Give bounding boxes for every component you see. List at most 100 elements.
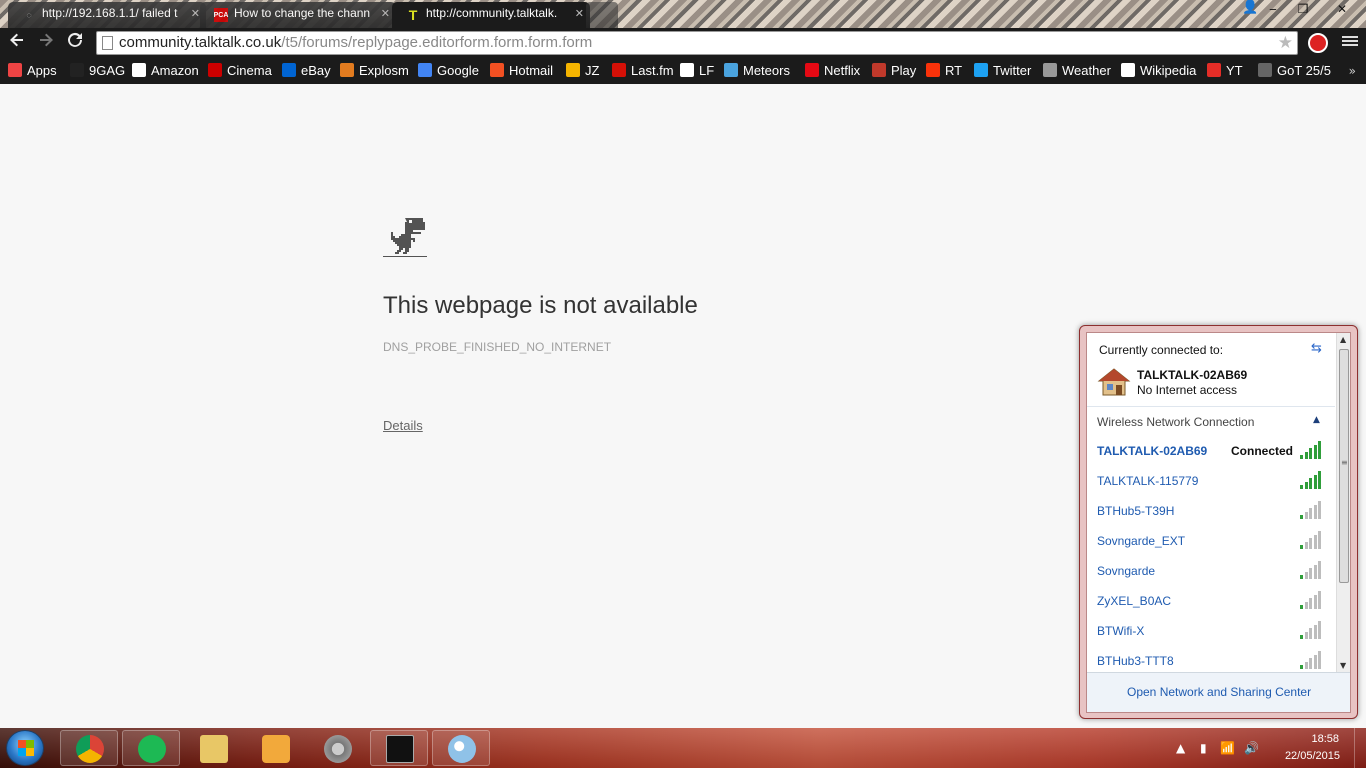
- bookmark-got-25-5[interactable]: GoT 25/5: [1258, 62, 1331, 80]
- network-row[interactable]: TALKTALK-02AB69 Connected: [1087, 437, 1335, 467]
- bookmark-rt[interactable]: RT: [926, 62, 962, 80]
- taskbar-spotify[interactable]: [122, 730, 180, 766]
- bookmark-label: Twitter: [993, 63, 1032, 78]
- bookmark-explosm[interactable]: Explosm: [340, 62, 409, 80]
- play-icon: [872, 63, 886, 77]
- show-hidden-icons-icon[interactable]: ▲: [1176, 741, 1185, 755]
- signal-bar: [1318, 621, 1321, 639]
- battery-icon[interactable]: ▮: [1200, 741, 1207, 755]
- network-status: Connected: [1231, 444, 1294, 458]
- bookmark-label: eBay: [301, 63, 331, 78]
- bookmark-play[interactable]: Play: [872, 62, 916, 80]
- clock-time[interactable]: 18:58: [1311, 733, 1339, 745]
- wifi-signal-icon: [1300, 531, 1322, 549]
- signal-bar: [1318, 531, 1321, 549]
- network-row[interactable]: Sovngarde_EXT: [1087, 527, 1335, 557]
- close-tab-icon[interactable]: ✕: [191, 7, 200, 20]
- network-flyout-panel: Currently connected to: ⇆ TALKTALK-02AB6…: [1086, 332, 1351, 713]
- signal-bar: [1304, 601, 1308, 609]
- taskbar-explorer[interactable]: [184, 730, 242, 766]
- new-tab-button[interactable]: [586, 2, 618, 28]
- signal-bar: [1313, 444, 1317, 459]
- taskbar-cmd[interactable]: [370, 730, 428, 766]
- bookmark-last-fm[interactable]: Last.fm: [612, 62, 674, 80]
- signal-bar: [1313, 654, 1317, 669]
- volume-icon[interactable]: 🔊: [1244, 741, 1259, 755]
- network-name: Sovngarde_EXT: [1097, 534, 1186, 548]
- signal-bar: [1318, 591, 1321, 609]
- bookmark-hotmail[interactable]: Hotmail: [490, 62, 553, 80]
- close-tab-icon[interactable]: ✕: [381, 7, 390, 20]
- bookmark-label: Netflix: [824, 63, 861, 78]
- profile-icon[interactable]: 👤: [1242, 0, 1258, 18]
- bookmark-weather[interactable]: Weather: [1043, 62, 1111, 80]
- tab-router-failed[interactable]: ◌ http://192.168.1.1/ failed t ✕: [8, 2, 206, 28]
- bookmark-cinema[interactable]: Cinema: [208, 62, 272, 80]
- bookmark-label: Wikipedia: [1140, 63, 1197, 78]
- scroll-up-icon[interactable]: ▲: [1340, 335, 1346, 344]
- back-button[interactable]: [5, 32, 29, 54]
- 9gag-icon: [70, 63, 84, 77]
- start-button[interactable]: [6, 730, 44, 766]
- restore-button[interactable]: ❐: [1288, 0, 1318, 20]
- bookmark-ebay[interactable]: eBay: [282, 62, 331, 80]
- bookmark-wikipedia[interactable]: Wikipedia: [1121, 62, 1196, 80]
- taskbar-chrome[interactable]: [60, 730, 118, 766]
- minimize-button[interactable]: ‒: [1258, 0, 1288, 20]
- signal-bar: [1309, 658, 1312, 669]
- forward-button[interactable]: [34, 32, 58, 54]
- bookmark-label: Last.fm: [631, 63, 674, 78]
- bookmark-9gag[interactable]: 9GAG: [70, 62, 125, 80]
- got-icon: [1258, 63, 1272, 77]
- close-window-button[interactable]: ✕: [1318, 0, 1366, 20]
- signal-bar: [1318, 561, 1321, 579]
- system-tray: ▲ ▮ 📶 🔊 18:58 22/05/2015: [1166, 728, 1366, 768]
- network-signal-icon[interactable]: 📶: [1220, 741, 1235, 755]
- signal-bar: [1318, 441, 1321, 459]
- scrollbar[interactable]: ▲ ▼: [1336, 333, 1350, 672]
- network-row[interactable]: BTWifi-X: [1087, 617, 1335, 647]
- error-title: This webpage is not available: [383, 292, 698, 319]
- refresh-icon[interactable]: ⇆: [1311, 341, 1322, 356]
- tab-talktalk[interactable]: T http://community.talktalk. ✕: [392, 2, 590, 28]
- chevron-up-icon[interactable]: ▲: [1313, 415, 1320, 425]
- media-player-icon: [262, 735, 290, 763]
- flyout-footer: Open Network and Sharing Center: [1087, 672, 1350, 712]
- bookmark-twitter[interactable]: Twitter: [974, 62, 1031, 80]
- taskbar-media-player[interactable]: [246, 730, 304, 766]
- ebay-icon: [282, 63, 296, 77]
- bookmark-lf[interactable]: LF: [680, 62, 714, 80]
- close-tab-icon[interactable]: ✕: [575, 7, 584, 20]
- network-row[interactable]: Sovngarde: [1087, 557, 1335, 587]
- extension-icon[interactable]: [1308, 33, 1328, 53]
- scroll-down-icon[interactable]: ▼: [1340, 661, 1346, 670]
- taskbar-settings[interactable]: [308, 730, 366, 766]
- network-row[interactable]: TALKTALK-115779: [1087, 467, 1335, 497]
- bookmark-apps[interactable]: Apps: [8, 62, 57, 80]
- current-network-status: No Internet access: [1137, 383, 1238, 397]
- bookmark-netflix[interactable]: Netflix: [805, 62, 860, 80]
- wifi-signal-icon: [1300, 561, 1322, 579]
- wifi-signal-icon: [1300, 621, 1322, 639]
- network-row[interactable]: BTHub5-T39H: [1087, 497, 1335, 527]
- details-link[interactable]: Details: [383, 418, 423, 433]
- bookmark-star-icon[interactable]: ★: [1278, 32, 1293, 54]
- bookmark-meteors[interactable]: Meteors: [724, 62, 790, 80]
- network-flyout: Currently connected to: ⇆ TALKTALK-02AB6…: [1079, 325, 1358, 719]
- bookmark-jz[interactable]: JZ: [566, 62, 599, 80]
- network-row[interactable]: ZyXEL_B0AC: [1087, 587, 1335, 617]
- scroll-thumb[interactable]: [1339, 349, 1349, 583]
- show-desktop-button[interactable]: [1354, 728, 1366, 768]
- bookmark-label: Meteors: [743, 63, 790, 78]
- bookmarks-overflow-button[interactable]: »: [1349, 64, 1356, 78]
- bookmark-amazon[interactable]: Amazon: [132, 62, 199, 80]
- open-network-center-link[interactable]: Open Network and Sharing Center: [1127, 685, 1311, 699]
- bookmark-yt[interactable]: YT: [1207, 62, 1243, 80]
- menu-icon[interactable]: [1342, 34, 1358, 50]
- reload-button[interactable]: [63, 32, 87, 54]
- tab-change-channel[interactable]: PCA How to change the chann ✕: [200, 2, 396, 28]
- clock-date[interactable]: 22/05/2015: [1285, 750, 1340, 762]
- taskbar-paint[interactable]: [432, 730, 490, 766]
- bookmark-google[interactable]: Google: [418, 62, 479, 80]
- address-bar[interactable]: community.talktalk.co.uk/t5/forums/reply…: [96, 31, 1298, 55]
